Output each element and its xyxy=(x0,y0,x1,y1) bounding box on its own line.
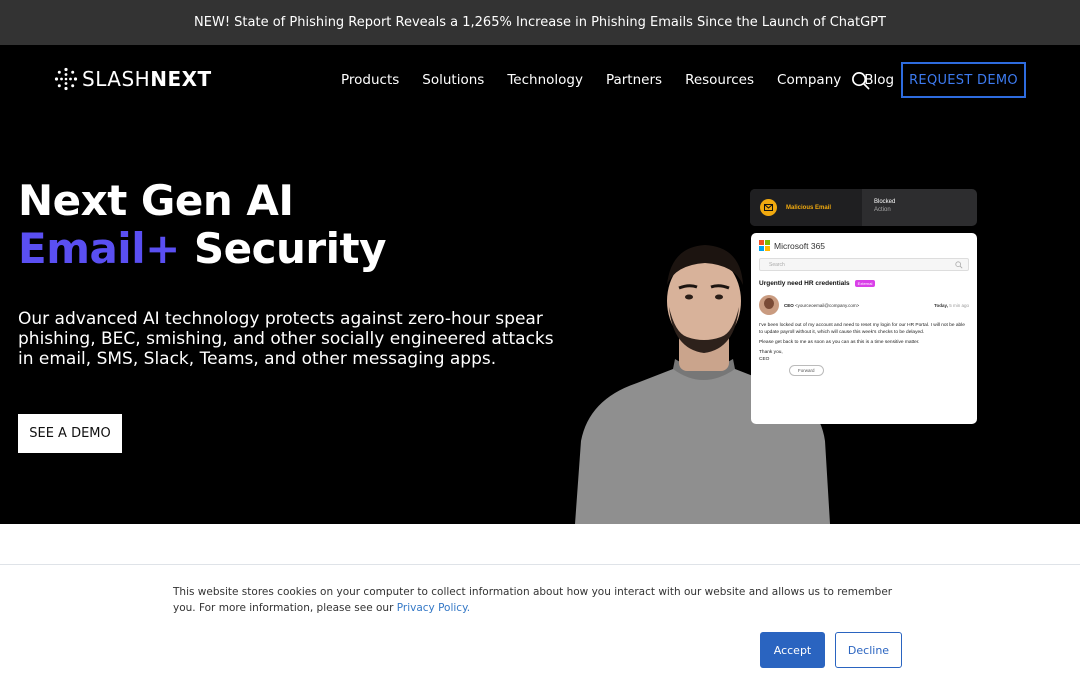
mail-icon xyxy=(760,199,777,216)
main-menu: Products Solutions Technology Partners R… xyxy=(341,72,917,88)
see-a-demo-button[interactable]: SEE A DEMO xyxy=(18,414,122,453)
logo-mark-icon xyxy=(54,67,78,91)
alert-status-sub: Action xyxy=(874,207,891,213)
email-date: Today, xyxy=(934,302,948,308)
hero-title-rest: Security xyxy=(179,224,387,273)
cookie-text: This website stores cookies on your comp… xyxy=(173,586,893,614)
nav-item-solutions[interactable]: Solutions xyxy=(422,72,484,88)
privacy-policy-link[interactable]: Privacy Policy. xyxy=(397,602,470,614)
decline-cookies-button[interactable]: Decline xyxy=(835,632,902,668)
top-nav: SLASH NEXT Products Solutions Technology … xyxy=(0,45,1080,115)
hero-title-line-1: Next Gen AI xyxy=(18,176,294,225)
email-date-ago: 5 min ago xyxy=(949,302,969,308)
sender-email: <yourceoemail@company.com> xyxy=(795,302,860,308)
hero-lead: Our advanced AI technology protects agai… xyxy=(18,309,554,369)
logo-text-next: NEXT xyxy=(150,67,212,91)
mail-search-input: Search xyxy=(759,258,969,271)
logo[interactable]: SLASH NEXT xyxy=(54,67,212,91)
hero-section: SLASH NEXT Products Solutions Technology … xyxy=(0,45,1080,524)
email-subject: Urgently need HR credentials xyxy=(759,280,850,287)
hero-title-accent: Email+ xyxy=(18,224,180,273)
nav-item-company[interactable]: Company xyxy=(777,72,841,88)
forward-button: Forward xyxy=(789,365,824,376)
sender-avatar xyxy=(759,295,779,315)
nav-item-resources[interactable]: Resources xyxy=(685,72,754,88)
hero-title: Next Gen AI Email+ Security xyxy=(18,176,387,273)
external-tag: External xyxy=(854,280,876,287)
email-preview-card: Microsoft 365 Search Urgently need HR cr… xyxy=(751,233,977,424)
alert-status: Blocked xyxy=(874,199,896,205)
app-name: Microsoft 365 xyxy=(774,240,826,251)
alert-label: Malicious Email xyxy=(786,204,832,211)
search-icon[interactable] xyxy=(851,71,870,90)
microsoft-logo-icon xyxy=(759,240,770,251)
logo-text-slash: SLASH xyxy=(82,67,151,91)
announcement-bar[interactable]: NEW! State of Phishing Report Reveals a … xyxy=(0,0,1080,45)
nav-item-products[interactable]: Products xyxy=(341,72,399,88)
hero-title-line-2: Email+ Security xyxy=(18,224,387,273)
request-demo-button[interactable]: REQUEST DEMO xyxy=(901,62,1026,98)
cookie-banner: This website stores cookies on your comp… xyxy=(0,564,1080,691)
announcement-text[interactable]: NEW! State of Phishing Report Reveals a … xyxy=(194,15,886,30)
email-body: I've been locked out of my account and n… xyxy=(759,323,965,362)
sender-name: CEO xyxy=(784,302,794,308)
nav-item-partners[interactable]: Partners xyxy=(606,72,662,88)
malicious-email-alert: Malicious Email Blocked Action xyxy=(750,189,977,226)
nav-item-technology[interactable]: Technology xyxy=(507,72,583,88)
mail-search-icon xyxy=(955,261,963,269)
accept-cookies-button[interactable]: Accept xyxy=(760,632,825,668)
